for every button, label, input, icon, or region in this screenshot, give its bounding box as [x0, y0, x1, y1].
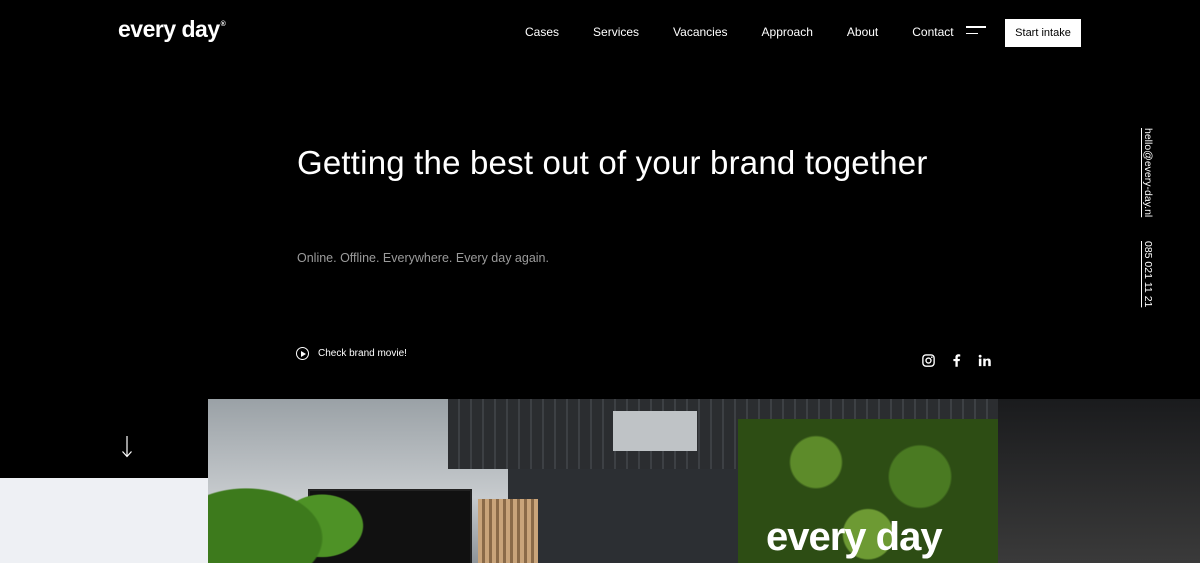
photo-ceiling-unit	[613, 411, 697, 451]
site-header: every day® Cases Services Vacancies Appr…	[0, 0, 1200, 66]
side-contact: hello@every-day.nl 085 021 11 21	[1142, 128, 1158, 308]
nav-vacancies[interactable]: Vacancies	[673, 25, 727, 39]
registered-mark: ®	[220, 21, 226, 28]
instagram-icon[interactable]	[921, 353, 936, 368]
light-panel	[0, 478, 208, 563]
hamburger-line	[966, 32, 978, 34]
hamburger-menu-icon[interactable]	[966, 26, 986, 38]
photo-dark-area	[998, 399, 1200, 563]
main-nav: Cases Services Vacancies Approach About …	[525, 25, 988, 39]
nav-cases[interactable]: Cases	[525, 25, 559, 39]
social-links	[921, 353, 1005, 368]
play-icon[interactable]	[296, 347, 309, 360]
logo-text[interactable]: every day	[118, 16, 220, 42]
photo-wood-slats	[478, 499, 538, 563]
hero-subtitle: Online. Offline. Everywhere. Every day a…	[297, 251, 549, 265]
facebook-icon[interactable]	[949, 353, 964, 368]
hamburger-line	[966, 26, 986, 28]
brand-movie-link[interactable]: Check brand movie!	[296, 347, 407, 360]
photo-plant	[208, 439, 398, 563]
start-intake-button[interactable]: Start intake	[1005, 19, 1081, 47]
hero-title: Getting the best out of your brand toget…	[297, 144, 928, 181]
brand-movie-label[interactable]: Check brand movie!	[318, 348, 407, 359]
logo[interactable]: every day®	[118, 16, 226, 43]
office-photo: every day	[208, 399, 1200, 563]
linkedin-icon[interactable]	[977, 353, 992, 368]
nav-contact[interactable]: Contact	[912, 25, 953, 39]
nav-services[interactable]: Services	[593, 25, 639, 39]
email-link[interactable]: hello@every-day.nl	[1142, 128, 1154, 217]
arrow-down-icon[interactable]	[121, 436, 133, 458]
photo-wordmark: every day	[766, 515, 943, 559]
nav-about[interactable]: About	[847, 25, 878, 39]
nav-approach[interactable]: Approach	[762, 25, 813, 39]
phone-link[interactable]: 085 021 11 21	[1142, 241, 1154, 307]
